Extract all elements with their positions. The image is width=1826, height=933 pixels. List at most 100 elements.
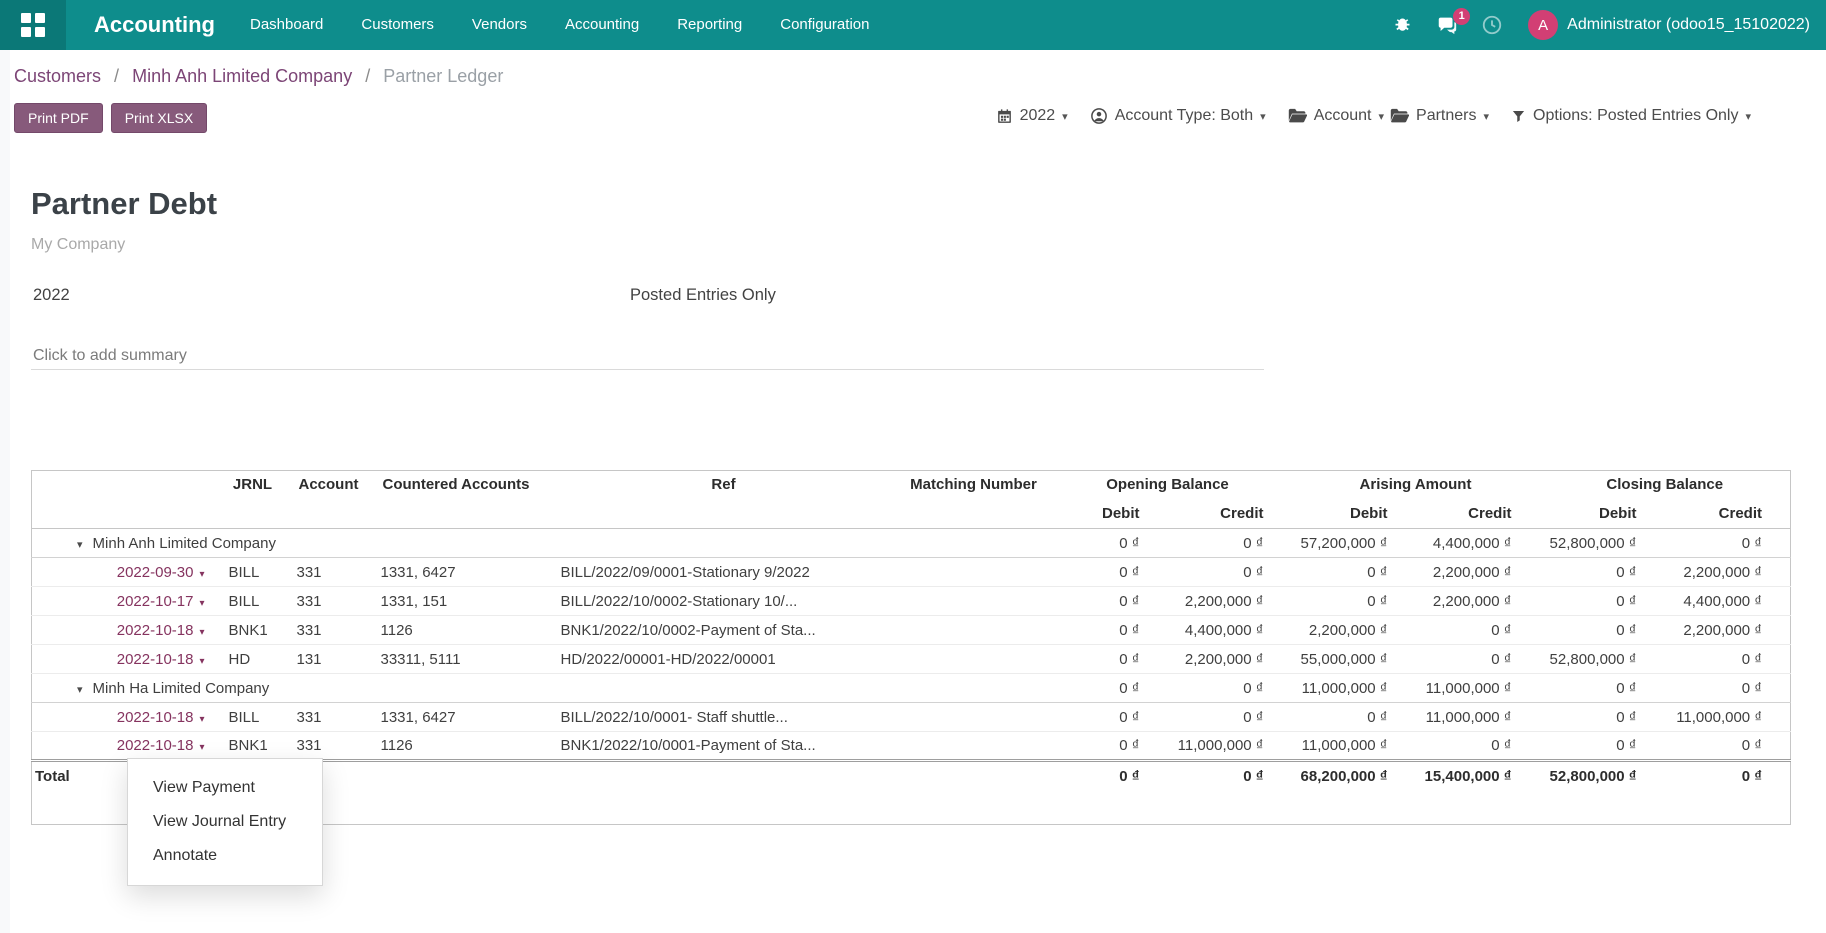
line-date-cell: 2022-10-18 ▾ [32, 703, 217, 732]
top-navbar: Accounting DashboardCustomersVendorsAcco… [0, 0, 1826, 50]
print-pdf-button[interactable]: Print PDF [14, 103, 103, 133]
line-date-dropdown-icon[interactable]: ▾ [199, 656, 204, 667]
breadcrumb-link-customers[interactable]: Customers [14, 66, 101, 86]
header-empty [289, 499, 369, 529]
menu-item-configuration[interactable]: Configuration [761, 0, 888, 50]
group-amount-cell: 0 ₫ [1665, 529, 1791, 558]
line-journal-cell: BILL [217, 558, 289, 587]
context-menu-item-view-journal-entry[interactable]: View Journal Entry [128, 805, 322, 839]
group-amount-cell: 4,400,000 ₫ [1416, 529, 1540, 558]
line-matching-number-cell [904, 587, 1044, 616]
line-date-dropdown-icon[interactable]: ▾ [199, 714, 204, 725]
bug-icon [1392, 15, 1413, 36]
line-amount-cell: 0 ₫ [1540, 616, 1665, 645]
app-name[interactable]: Accounting [94, 12, 215, 38]
header-empty [217, 499, 289, 529]
line-amount-cell: 2,200,000 ₫ [1416, 558, 1540, 587]
journal-item-row: 2022-10-18▾HD13133311, 5111HD/2022/00001… [32, 645, 1791, 674]
debug-bug-button[interactable] [1381, 0, 1424, 50]
filter-account-type-both[interactable]: Account Type: Both▾ [1090, 107, 1266, 125]
line-amount-cell: 0 ₫ [1044, 645, 1168, 674]
header-tree-column [32, 471, 217, 499]
page-title: Partner Debt [31, 186, 217, 222]
line-date-cell: 2022-10-18 ▾ [32, 645, 217, 674]
messages-button[interactable]: 1 [1424, 0, 1470, 50]
line-date-link[interactable]: 2022-10-18 [117, 622, 194, 639]
line-amount-cell: 2,200,000 ₫ [1168, 645, 1292, 674]
line-date-cell: 2022-10-18 ▾ [32, 616, 217, 645]
menu-item-dashboard[interactable]: Dashboard [231, 0, 342, 50]
filter-label: Options: Posted Entries Only [1533, 107, 1738, 125]
activities-button[interactable] [1470, 0, 1514, 50]
context-menu-item-annotate[interactable]: Annotate [128, 839, 322, 873]
header-group-opening-balance: Opening Balance [1044, 471, 1292, 499]
group-amount-cell: 0 ₫ [1665, 674, 1791, 703]
ledger-header-row-1: JRNLAccountCountered AccountsRefMatching… [32, 471, 1791, 499]
journal-item-row: 2022-10-18▾BNK13311126BNK1/2022/10/0001-… [32, 732, 1791, 761]
avatar: A [1528, 10, 1558, 40]
line-amount-cell: 2,200,000 ₫ [1665, 616, 1791, 645]
summary-input[interactable] [31, 342, 1264, 370]
line-amount-cell: 52,800,000 ₫ [1540, 645, 1665, 674]
line-amount-cell: 2,200,000 ₫ [1168, 587, 1292, 616]
chevron-down-icon: ▾ [1062, 110, 1068, 123]
line-date-link[interactable]: 2022-10-18 [117, 737, 194, 754]
line-date-dropdown-icon[interactable]: ▾ [199, 598, 204, 609]
partner-group-name: ▾Minh Ha Limited Company [32, 674, 1044, 703]
total-amount-cell: 0 ₫ [1665, 761, 1791, 825]
line-amount-cell: 0 ₫ [1044, 703, 1168, 732]
header-group-arising-amount: Arising Amount [1292, 471, 1540, 499]
line-amount-cell: 0 ₫ [1416, 732, 1540, 761]
line-journal-cell: BILL [217, 587, 289, 616]
main-menu: DashboardCustomersVendorsAccountingRepor… [231, 0, 888, 50]
line-account-cell: 131 [289, 645, 369, 674]
menu-item-accounting[interactable]: Accounting [546, 0, 658, 50]
line-amount-cell: 0 ₫ [1044, 616, 1168, 645]
header-debit-2: Debit [1540, 499, 1665, 529]
header-account: Account [289, 471, 369, 499]
line-ref-cell: BILL/2022/10/0001- Staff shuttle... [544, 703, 904, 732]
line-amount-cell: 0 ₫ [1665, 645, 1791, 674]
line-ref-cell: HD/2022/00001-HD/2022/00001 [544, 645, 904, 674]
line-date-link[interactable]: 2022-10-18 [117, 651, 194, 668]
filter-options-posted-entries-only[interactable]: Options: Posted Entries Only ▾ [1511, 107, 1751, 125]
partner-group-row[interactable]: ▾Minh Ha Limited Company0 ₫0 ₫11,000,000… [32, 674, 1791, 703]
group-amount-cell: 0 ₫ [1044, 529, 1168, 558]
apps-menu-button[interactable] [0, 0, 66, 50]
chevron-down-icon: ▾ [1745, 110, 1751, 123]
filter-partners[interactable]: Partners▾ [1390, 107, 1489, 125]
print-xlsx-button[interactable]: Print XLSX [111, 103, 207, 133]
line-date-dropdown-icon[interactable]: ▾ [199, 569, 204, 580]
line-amount-cell: 11,000,000 ₫ [1416, 703, 1540, 732]
collapse-caret-icon[interactable]: ▾ [77, 539, 83, 551]
total-amount-cell: 52,800,000 ₫ [1540, 761, 1665, 825]
line-date-link[interactable]: 2022-10-18 [117, 709, 194, 726]
header-credit-1: Credit [1416, 499, 1540, 529]
breadcrumb-current: Partner Ledger [383, 66, 503, 86]
line-date-cell: 2022-10-17 ▾ [32, 587, 217, 616]
line-account-cell: 331 [289, 616, 369, 645]
line-date-dropdown-icon[interactable]: ▾ [199, 742, 204, 753]
collapse-caret-icon[interactable]: ▾ [77, 684, 83, 696]
menu-item-customers[interactable]: Customers [342, 0, 453, 50]
action-buttons: Print PDF Print XLSX [14, 103, 215, 133]
line-amount-cell: 0 ₫ [1292, 558, 1416, 587]
group-amount-cell: 57,200,000 ₫ [1292, 529, 1416, 558]
line-date-link[interactable]: 2022-10-17 [117, 593, 194, 610]
menu-item-reporting[interactable]: Reporting [658, 0, 761, 50]
filter-account[interactable]: Account▾ [1288, 107, 1384, 125]
partner-group-row[interactable]: ▾Minh Anh Limited Company0 ₫0 ₫57,200,00… [32, 529, 1791, 558]
line-amount-cell: 0 ₫ [1168, 558, 1292, 587]
line-date-dropdown-icon[interactable]: ▾ [199, 627, 204, 638]
breadcrumb-link-partner[interactable]: Minh Anh Limited Company [132, 66, 352, 86]
user-menu-button[interactable]: A Administrator (odoo15_15102022) [1528, 10, 1810, 40]
line-amount-cell: 2,200,000 ₫ [1665, 558, 1791, 587]
navbar-right: 1 A Administrator (odoo15_15102022) [1381, 0, 1826, 50]
line-date-link[interactable]: 2022-09-30 [117, 564, 194, 581]
line-amount-cell: 0 ₫ [1168, 703, 1292, 732]
line-journal-cell: HD [217, 645, 289, 674]
menu-item-vendors[interactable]: Vendors [453, 0, 546, 50]
context-menu-item-view-payment[interactable]: View Payment [128, 771, 322, 805]
filter-2022[interactable]: 2022▾ [996, 107, 1068, 125]
line-amount-cell: 0 ₫ [1416, 645, 1540, 674]
